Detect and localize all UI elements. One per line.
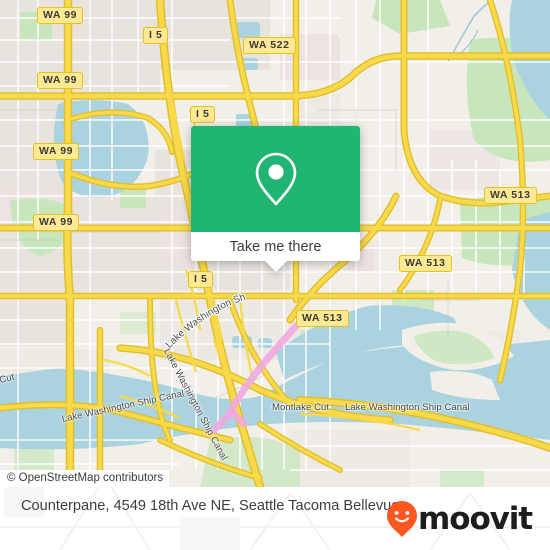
road-shield-wa513-3[interactable]: WA 513 [296,310,349,327]
destination-callout-card[interactable]: Take me there [191,126,360,272]
footer-bar: Counterpane, 4549 18th Ave NE, Seattle T… [0,487,550,550]
road-shield-wa513-1[interactable]: WA 513 [484,187,537,204]
osm-attribution[interactable]: © OpenStreetMap contributors [0,470,170,487]
moovit-logo[interactable]: moovit [387,500,533,537]
road-shield-wa513-2[interactable]: WA 513 [399,255,452,272]
road-shield-wa522[interactable]: WA 522 [243,37,296,54]
road-shield-wa99-3[interactable]: WA 99 [33,143,80,160]
location-caption: Counterpane, 4549 18th Ave NE, Seattle T… [21,498,400,514]
road-shield-i5-3[interactable]: I 5 [188,271,214,288]
road-shield-i5-1[interactable]: I 5 [143,27,169,44]
road-shield-wa99-4[interactable]: WA 99 [33,214,80,231]
map-label-montlake-cut: Montlake Cut [272,402,330,413]
road-shield-wa99-1[interactable]: WA 99 [37,7,84,24]
callout-pointer-icon [264,261,287,272]
moovit-pin-smiley-icon [387,501,418,537]
take-me-there-label: Take me there [229,238,322,255]
road-shield-i5-2[interactable]: I 5 [190,106,216,123]
moovit-wordmark: moovit [418,500,533,537]
callout-action-bar[interactable]: Take me there [191,232,360,272]
road-shield-wa99-2[interactable]: WA 99 [37,72,84,89]
callout-pin-area [191,126,360,232]
moovit-map-page: Lake Washington Ship Canal WA 99 I 5 WA … [0,0,550,550]
map-canvas[interactable]: Lake Washington Ship Canal WA 99 I 5 WA … [0,0,550,487]
map-pin-icon [255,152,296,206]
map-label-ship-canal-right: Lake Washington Ship Canal [345,402,470,413]
